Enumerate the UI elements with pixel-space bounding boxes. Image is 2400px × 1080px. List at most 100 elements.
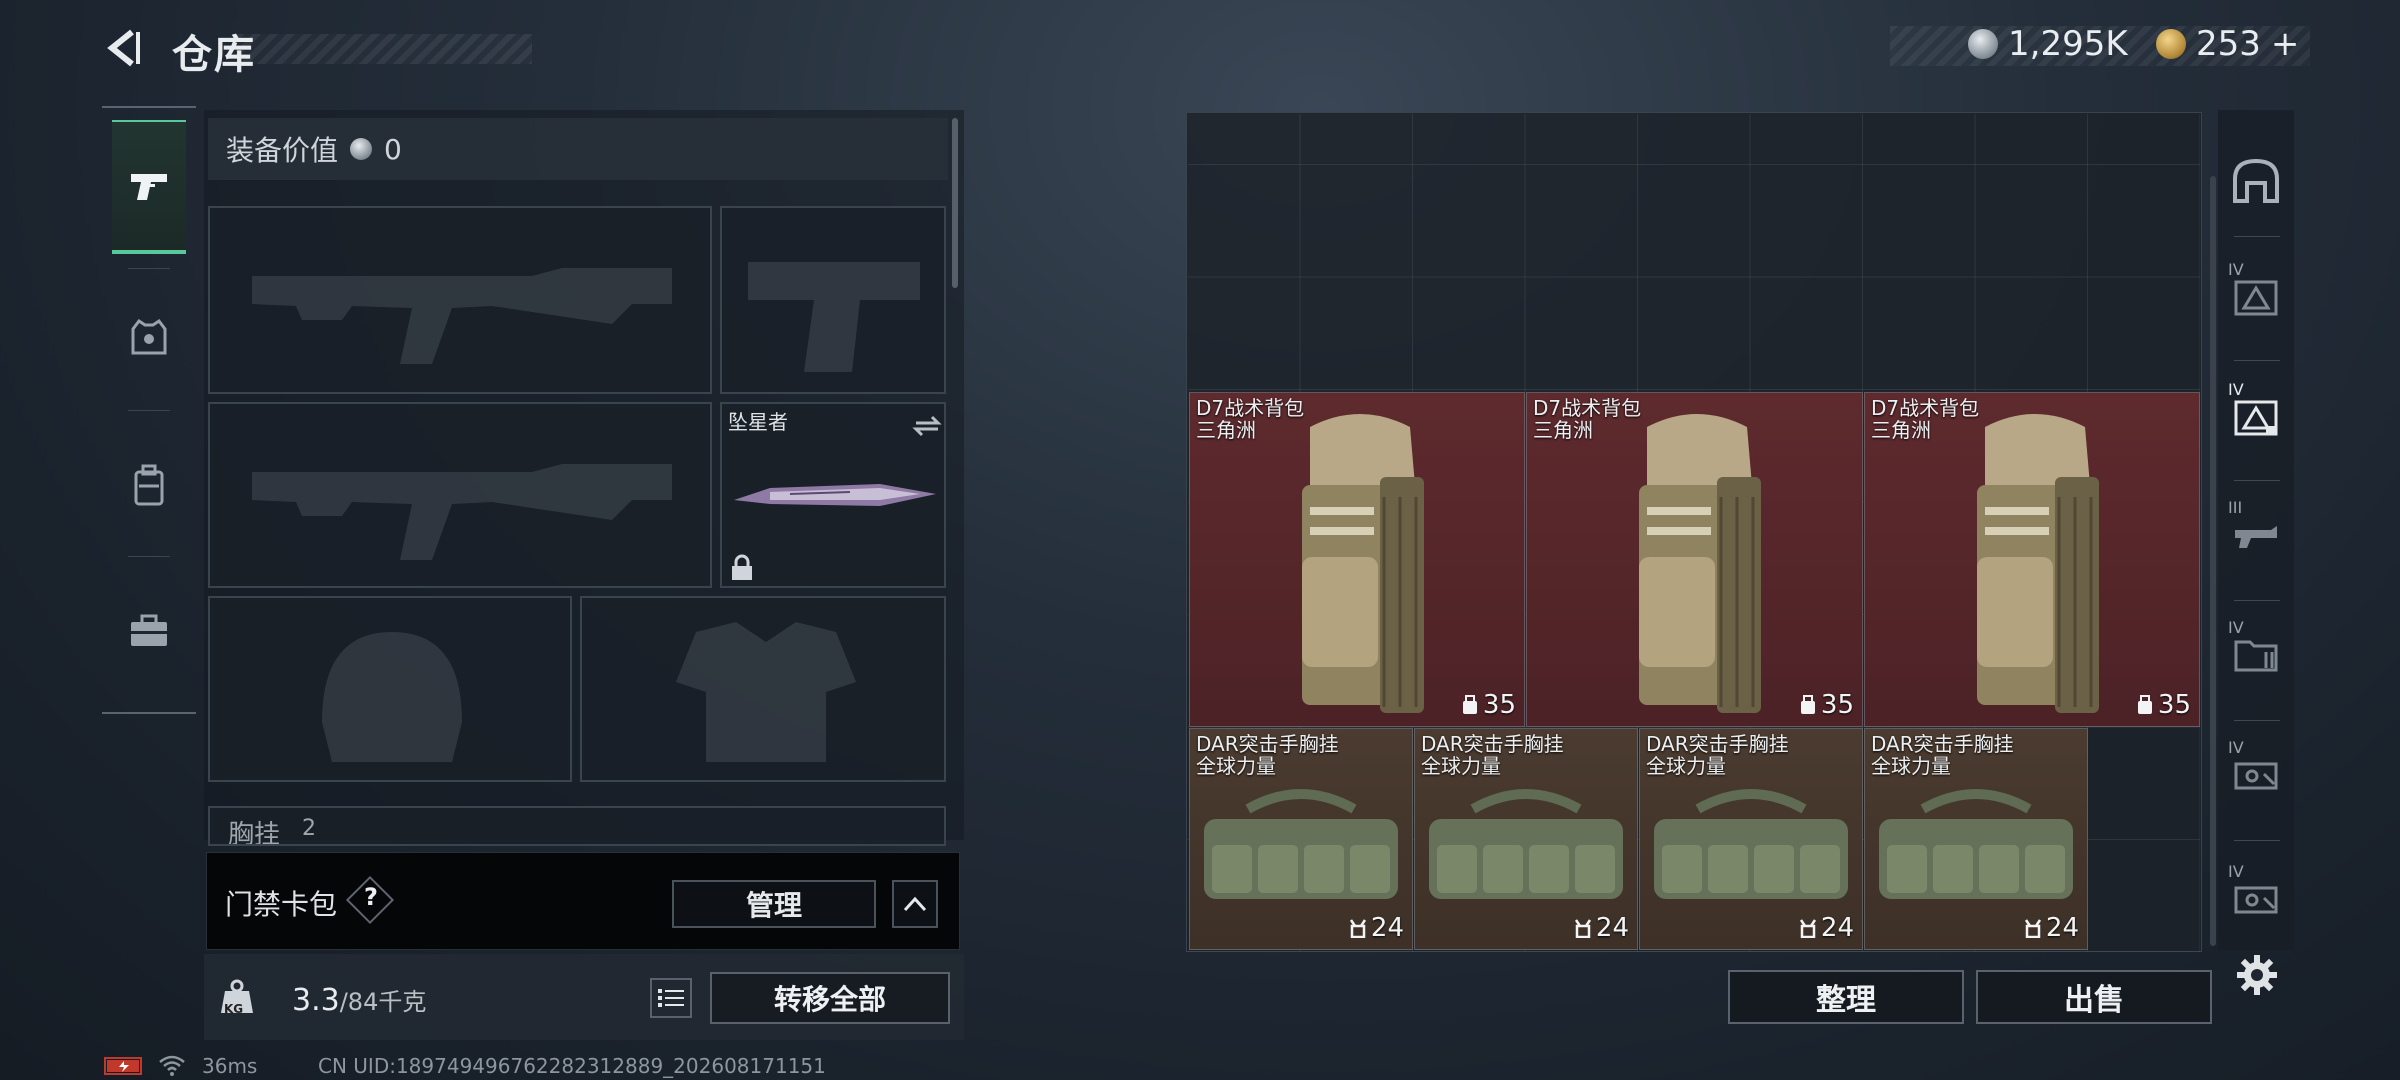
stash-item-backpack[interactable]: D7战术背包 三角洲 35 xyxy=(1189,392,1525,727)
back-button[interactable] xyxy=(100,24,148,72)
rig-capacity-icon xyxy=(1349,919,1366,938)
tier-triangle-lock-icon xyxy=(2234,400,2278,436)
filter-iii-weapon[interactable]: III xyxy=(2222,484,2290,584)
stash-item-backpack[interactable]: D7战术背包 三角洲 35 xyxy=(1864,392,2200,727)
stash-item-chest-rig[interactable]: DAR突击手胸挂 全球力量 24 xyxy=(1189,728,1413,950)
uid-text: CN UID:1897494967622823128​89_2026081711… xyxy=(318,1054,826,1078)
pistol-slot[interactable] xyxy=(720,206,946,394)
equip-value-row: 装备价值 0 xyxy=(208,118,948,180)
tier-label: IV xyxy=(2228,618,2244,637)
item-count: 35 xyxy=(1461,690,1516,720)
chest-rig-label: 胸挂 xyxy=(228,820,281,846)
rail-item-toolkit[interactable] xyxy=(112,564,186,698)
battery-icon xyxy=(104,1057,142,1075)
currency-hafu[interactable]: 1,295K xyxy=(1968,24,2128,64)
currency-triangle[interactable]: 253 + xyxy=(2156,24,2299,64)
filter-iv-crate[interactable]: IV xyxy=(2222,724,2290,824)
chest-rig-image xyxy=(1654,789,1848,899)
chest-rig-image xyxy=(1879,789,2073,899)
arch-icon xyxy=(2233,158,2279,203)
tier-label: IV xyxy=(2228,260,2244,279)
title-stripe xyxy=(236,34,532,64)
weight-icon-box: KG xyxy=(206,960,268,1034)
currency-hafu-value: 1,295K xyxy=(2008,24,2128,64)
chest-rig-slot[interactable]: 胸挂 2 xyxy=(208,806,946,846)
primary-weapon-slot-2[interactable] xyxy=(208,402,712,588)
chevron-up-icon xyxy=(903,896,927,912)
backpack-image xyxy=(1302,414,1424,713)
manage-button[interactable]: 管理 xyxy=(672,880,876,928)
lock-icon xyxy=(732,554,752,580)
settings-button[interactable] xyxy=(2234,952,2280,998)
silver-coin-icon xyxy=(350,138,373,160)
sort-button[interactable]: 整理 xyxy=(1728,970,1964,1024)
currency-triangle-value: 253 xyxy=(2196,24,2261,64)
vest-silhouette-icon xyxy=(676,622,856,762)
item-name: DAR突击手胸挂 全球力量 xyxy=(1196,732,1339,778)
crate-icon xyxy=(2234,886,2278,914)
armor-slot[interactable] xyxy=(580,596,946,782)
rifle-silhouette-icon xyxy=(252,268,672,364)
rail-separator xyxy=(2234,480,2280,481)
rail-separator xyxy=(2234,236,2280,237)
tier-label: IV xyxy=(2228,738,2244,757)
rail-separator xyxy=(2234,600,2280,601)
filter-iv-crate-2[interactable]: IV xyxy=(2222,848,2290,948)
item-name: DAR突击手胸挂 全球力量 xyxy=(1421,732,1564,778)
rail-separator xyxy=(2234,360,2280,361)
rig-capacity-icon xyxy=(2024,919,2041,938)
tier-triangle-icon xyxy=(2234,280,2278,316)
item-count: 24 xyxy=(2024,913,2079,943)
pistol-icon xyxy=(131,174,167,200)
crate-icon xyxy=(2234,762,2278,790)
rail-item-armor[interactable] xyxy=(112,270,186,404)
weight-max: /84千克 xyxy=(339,988,427,1016)
item-name: DAR突击手胸挂 全球力量 xyxy=(1646,732,1789,778)
collapse-button[interactable] xyxy=(892,880,938,928)
equip-value-label: 装备价值 xyxy=(226,134,339,167)
item-count: 24 xyxy=(1349,913,1404,943)
capacity-icon xyxy=(1800,695,1815,714)
filter-iv-tactical[interactable]: IV xyxy=(2222,246,2290,346)
weight-icon-text: KG xyxy=(224,1002,244,1016)
rail-item-backpack[interactable] xyxy=(112,418,186,552)
filter-iv-tactical-locked[interactable]: IV xyxy=(2222,366,2290,466)
rail-separator xyxy=(128,410,170,411)
item-count: 35 xyxy=(2136,690,2191,720)
melee-name: 坠星者 xyxy=(728,410,788,434)
equip-value: 0 xyxy=(384,132,402,166)
handgun-silhouette-icon xyxy=(748,262,920,372)
stash-item-chest-rig[interactable]: DAR突击手胸挂 全球力量 24 xyxy=(1414,728,1638,950)
melee-slot[interactable]: 坠星者 xyxy=(720,402,946,588)
helmet-slot[interactable] xyxy=(208,596,572,782)
rail-separator xyxy=(2234,840,2280,841)
swap-icon[interactable] xyxy=(912,414,942,438)
stash-scrollbar[interactable] xyxy=(2210,176,2216,946)
transfer-all-button[interactable]: 转移全部 xyxy=(710,972,950,1024)
stash-item-backpack[interactable]: D7战术背包 三角洲 35 xyxy=(1526,392,1863,727)
filter-all[interactable] xyxy=(2222,130,2290,230)
list-icon xyxy=(658,989,684,1007)
silver-coin-icon xyxy=(1968,29,1998,59)
loadout-scrollbar[interactable] xyxy=(952,118,958,288)
knife-icon xyxy=(734,484,936,506)
backpack-image xyxy=(1977,414,2099,713)
item-count: 35 xyxy=(1799,690,1854,720)
stash-item-chest-rig[interactable]: DAR突击手胸挂 全球力量 24 xyxy=(1864,728,2088,950)
currency-add[interactable]: + xyxy=(2271,24,2300,64)
toolbox-icon xyxy=(131,614,167,646)
stash-item-chest-rig[interactable]: DAR突击手胸挂 全球力量 24 xyxy=(1639,728,1863,950)
list-view-button[interactable] xyxy=(650,978,692,1018)
chest-rig-image xyxy=(1204,789,1398,899)
weight-value: 3.3 xyxy=(292,983,340,1018)
sell-button[interactable]: 出售 xyxy=(1976,970,2212,1024)
tier-label: IV xyxy=(2228,380,2244,399)
rig-capacity-icon xyxy=(1799,919,1816,938)
chest-rig-image xyxy=(1429,789,1623,899)
capacity-icon xyxy=(2137,695,2152,714)
rig-capacity-icon xyxy=(1574,919,1591,938)
backpack-image xyxy=(1639,414,1761,713)
primary-weapon-slot-1[interactable] xyxy=(208,206,712,394)
rail-item-weapons[interactable] xyxy=(112,120,186,254)
filter-iv-folder[interactable]: IV xyxy=(2222,604,2290,704)
